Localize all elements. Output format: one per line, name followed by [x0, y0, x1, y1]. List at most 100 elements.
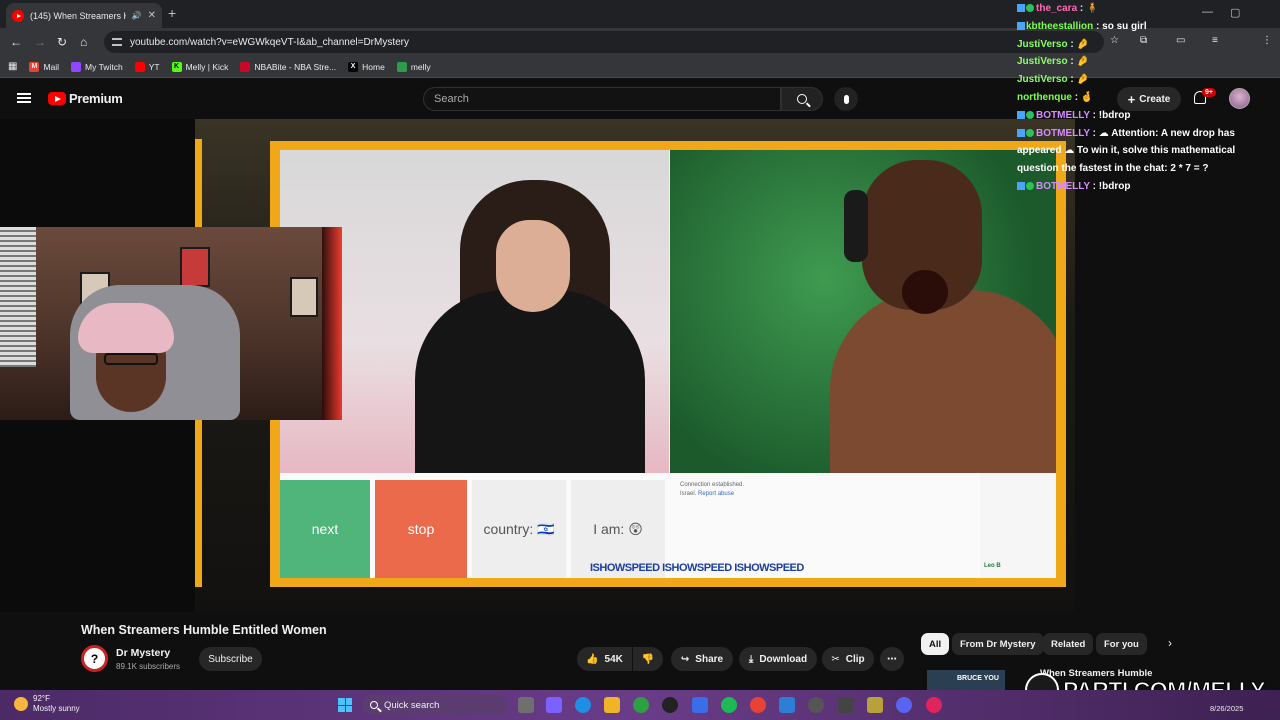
xbox-icon[interactable]: [633, 697, 649, 713]
channel-avatar[interactable]: ?: [81, 645, 108, 672]
chat-username[interactable]: JustiVerso: [1017, 39, 1068, 50]
bookmark-melly[interactable]: melly: [396, 61, 431, 72]
subscribe-button[interactable]: Subscribe: [199, 647, 262, 671]
clip-button[interactable]: ✂ Clip: [822, 647, 874, 671]
file-explorer-icon[interactable]: [604, 697, 620, 713]
search-input[interactable]: Search: [423, 87, 781, 111]
next-video-thumbnail[interactable]: BRUCE YOU: [927, 670, 1005, 690]
wall-poster: [180, 247, 210, 287]
store-icon[interactable]: [692, 697, 708, 713]
download-button[interactable]: ⤓ Download: [739, 647, 817, 671]
photos-icon[interactable]: [779, 697, 795, 713]
next-button[interactable]: next: [280, 480, 370, 578]
chat-message: the_cara : 🧍: [1017, 0, 1257, 18]
video-player[interactable]: next stop country: 🇮🇱 I am: 😲 Connection…: [0, 119, 1075, 612]
chat-username[interactable]: JustiVerso: [1017, 74, 1068, 85]
streamer-body: [830, 290, 1056, 473]
voice-search-button[interactable]: [834, 87, 858, 111]
chat-text: 🧍: [1086, 3, 1099, 14]
browser-menu-icon[interactable]: ⋮: [1262, 35, 1272, 46]
chip-from-dr-mystery[interactable]: From Dr Mystery: [952, 633, 1044, 655]
edge-icon[interactable]: [575, 697, 591, 713]
media-player-icon[interactable]: [808, 697, 824, 713]
melly-icon: [396, 61, 407, 72]
search-icon: [370, 701, 378, 709]
back-arrow-icon[interactable]: ←: [10, 35, 22, 49]
chat-username[interactable]: BOTMELLY: [1036, 128, 1090, 139]
girl-hoodie: [415, 290, 645, 473]
chat-badge-icon: [1017, 4, 1025, 12]
app-icon[interactable]: [838, 697, 854, 713]
bookmark-nbabite[interactable]: NBABite - NBA Stre...: [240, 61, 336, 72]
streamer-webcam: [0, 227, 342, 420]
bookmark-home[interactable]: X Home: [348, 61, 385, 72]
youtube-brand[interactable]: Premium: [69, 91, 123, 106]
copilot-icon[interactable]: [546, 697, 562, 713]
thumbnail-text: BRUCE YOU: [957, 675, 999, 682]
chatgpt-icon[interactable]: [662, 697, 678, 713]
url-input[interactable]: youtube.com/watch?v=eWGWkqeVT-I&ab_chann…: [104, 31, 1104, 53]
bookmark-yt[interactable]: YT: [134, 61, 160, 72]
close-tab-icon[interactable]: ✕: [148, 10, 156, 21]
headset: [844, 190, 868, 262]
chat-text: !bdrop: [1098, 109, 1131, 121]
channel-name[interactable]: Dr Mystery: [116, 647, 170, 659]
chat-username[interactable]: the_cara: [1036, 3, 1077, 14]
chevron-right-icon[interactable]: ›: [1168, 636, 1172, 650]
chat-username[interactable]: kbtheestallion: [1026, 21, 1093, 32]
more-actions-button[interactable]: ⋯: [880, 647, 904, 671]
apps-grid-icon[interactable]: ▦: [8, 61, 17, 72]
chrome-icon[interactable]: [750, 697, 766, 713]
glasses: [104, 353, 158, 365]
chip-all[interactable]: All: [921, 633, 950, 655]
youtube-logo-icon[interactable]: [48, 92, 66, 105]
bookmark-kick[interactable]: K Melly | Kick: [171, 61, 228, 72]
chat-separator: :: [1089, 180, 1099, 192]
new-tab-button[interactable]: +: [168, 5, 176, 21]
site-info-icon[interactable]: [112, 38, 122, 46]
chat-message: northenque : 🤞: [1017, 89, 1257, 107]
chat-sub-badge-icon: [1026, 4, 1034, 12]
home-icon[interactable]: ⌂: [80, 35, 87, 49]
chat-sub-badge-icon: [1026, 110, 1034, 119]
taskbar-search[interactable]: Quick search: [362, 695, 508, 715]
chat-text: 🤌: [1076, 56, 1089, 68]
chat-message: BOTMELLY : !bdrop: [1017, 178, 1257, 196]
share-button[interactable]: ↪ Share: [671, 647, 733, 671]
forward-arrow-icon[interactable]: →: [34, 35, 46, 49]
windows-start-icon[interactable]: [338, 698, 352, 712]
chat-username[interactable]: northenque: [1017, 92, 1072, 103]
stop-button[interactable]: stop: [375, 480, 467, 578]
weather-widget[interactable]: 92°F Mostly sunny: [14, 694, 80, 714]
browser-tab[interactable]: (145) When Streamers Humble Entitled Wom…: [6, 3, 162, 28]
chat-username[interactable]: BOTMELLY: [1036, 181, 1090, 192]
chip-for-you[interactable]: For you: [1096, 633, 1147, 655]
bookmark-mail[interactable]: M Mail: [29, 61, 59, 72]
url-text: youtube.com/watch?v=eWGWkqeVT-I&ab_chann…: [130, 36, 410, 48]
chat-username[interactable]: JustiVerso: [1017, 56, 1068, 67]
chat-badge-icon: [1017, 110, 1025, 119]
live-chat-overlay: the_cara : 🧍 kbtheestallion : so su girl J…: [1017, 0, 1257, 196]
report-abuse-link[interactable]: Report abuse: [698, 491, 734, 497]
task-view-icon[interactable]: [518, 697, 534, 713]
pin-app-icon[interactable]: [926, 697, 942, 713]
dislike-button[interactable]: 👎: [633, 647, 663, 671]
chat-message: JustiVerso : 🤌: [1017, 36, 1257, 54]
search-button[interactable]: [781, 87, 823, 111]
search-placeholder: Search: [434, 93, 469, 105]
spotify-icon[interactable]: [721, 697, 737, 713]
connection-status: Connection established. Israel. Report a…: [680, 481, 744, 499]
discord-icon[interactable]: [896, 697, 912, 713]
app-icon-2[interactable]: [867, 697, 883, 713]
country-label: country: 🇮🇱: [472, 480, 566, 578]
menu-icon[interactable]: [17, 93, 31, 103]
windows-taskbar: 92°F Mostly sunny Quick search 8/26/2025: [0, 690, 1280, 720]
chat-username[interactable]: BOTMELLY: [1036, 110, 1090, 121]
x-icon: X: [348, 61, 359, 72]
bookmark-twitch[interactable]: My Twitch: [71, 61, 123, 72]
sun-icon: [14, 697, 28, 711]
like-button[interactable]: 👍 54K: [577, 647, 632, 671]
reload-icon[interactable]: ↻: [57, 35, 67, 49]
speaker-icon[interactable]: 🔊: [132, 11, 142, 20]
chip-related[interactable]: Related: [1043, 633, 1094, 655]
